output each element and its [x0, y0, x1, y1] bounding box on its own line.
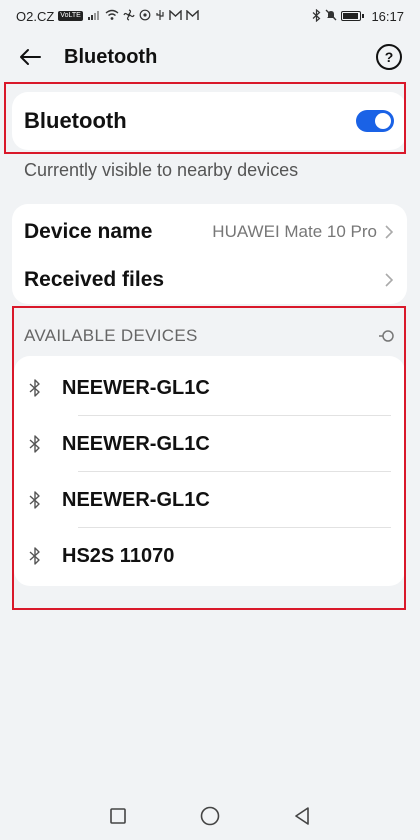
chevron-right-icon — [383, 224, 395, 240]
carrier-label: O2.CZ — [16, 8, 55, 24]
bluetooth-icon — [26, 379, 44, 397]
battery-level — [343, 13, 359, 19]
help-icon[interactable]: ? — [376, 44, 402, 70]
recents-square-icon[interactable] — [107, 805, 129, 827]
available-devices-list: NEEWER-GL1C NEEWER-GL1C NEEWER-GL1C HS2S… — [14, 356, 405, 586]
volte-badge: VoLTE — [58, 11, 83, 21]
visibility-note: Currently visible to nearby devices — [24, 160, 299, 180]
app-bar: Bluetooth ? — [0, 32, 420, 82]
available-devices-title: AVAILABLE DEVICES — [24, 326, 198, 345]
bluetooth-toggle-label: Bluetooth — [24, 108, 127, 133]
device-name: NEEWER-GL1C — [62, 488, 210, 511]
status-bar: O2.CZ VoLTE 16:17 — [0, 0, 420, 32]
back-triangle-icon[interactable] — [291, 805, 313, 827]
fan-icon — [123, 9, 135, 23]
device-item[interactable]: NEEWER-GL1C — [14, 472, 405, 528]
battery-icon — [341, 11, 365, 21]
device-name-value: HUAWEI Mate 10 Pro — [212, 222, 377, 241]
bluetooth-switch[interactable] — [356, 110, 394, 132]
status-bar-left: O2.CZ VoLTE — [16, 9, 199, 24]
device-item[interactable]: NEEWER-GL1C — [14, 416, 405, 472]
device-item[interactable]: HS2S 11070 — [14, 528, 405, 584]
device-item[interactable]: NEEWER-GL1C — [14, 360, 405, 416]
navigation-bar — [0, 792, 420, 840]
gmail-icon-2 — [186, 8, 199, 23]
home-circle-icon[interactable] — [199, 805, 221, 827]
available-devices-header: AVAILABLE DEVICES — [24, 322, 396, 350]
bluetooth-icon — [312, 8, 321, 24]
switch-knob — [375, 113, 391, 129]
device-name-row[interactable]: Device name HUAWEI Mate 10 Pro — [12, 208, 407, 256]
bluetooth-toggle-row[interactable]: Bluetooth — [12, 92, 406, 150]
device-name: NEEWER-GL1C — [62, 432, 210, 455]
chevron-right-icon — [383, 272, 395, 288]
bluetooth-icon — [26, 435, 44, 453]
received-files-label: Received files — [24, 268, 165, 291]
whatsapp-icon — [139, 9, 151, 23]
signal-icon — [87, 9, 101, 23]
clock: 16:17 — [371, 8, 404, 24]
device-name: HS2S 11070 — [62, 544, 175, 567]
mute-icon — [325, 9, 337, 23]
back-arrow-icon[interactable] — [18, 45, 42, 69]
scan-refresh-icon[interactable] — [376, 326, 396, 346]
bluetooth-icon — [26, 491, 44, 509]
bluetooth-icon — [26, 547, 44, 565]
received-files-row[interactable]: Received files — [12, 256, 407, 304]
device-name: NEEWER-GL1C — [62, 376, 210, 399]
status-bar-right: 16:17 — [312, 8, 404, 24]
gmail-icon — [169, 8, 182, 23]
wifi-icon — [105, 9, 119, 23]
device-name-label: Device name — [24, 220, 153, 243]
usb-icon — [155, 9, 165, 23]
page-title: Bluetooth — [64, 45, 158, 68]
device-info-card: Device name HUAWEI Mate 10 Pro Received … — [12, 204, 407, 304]
